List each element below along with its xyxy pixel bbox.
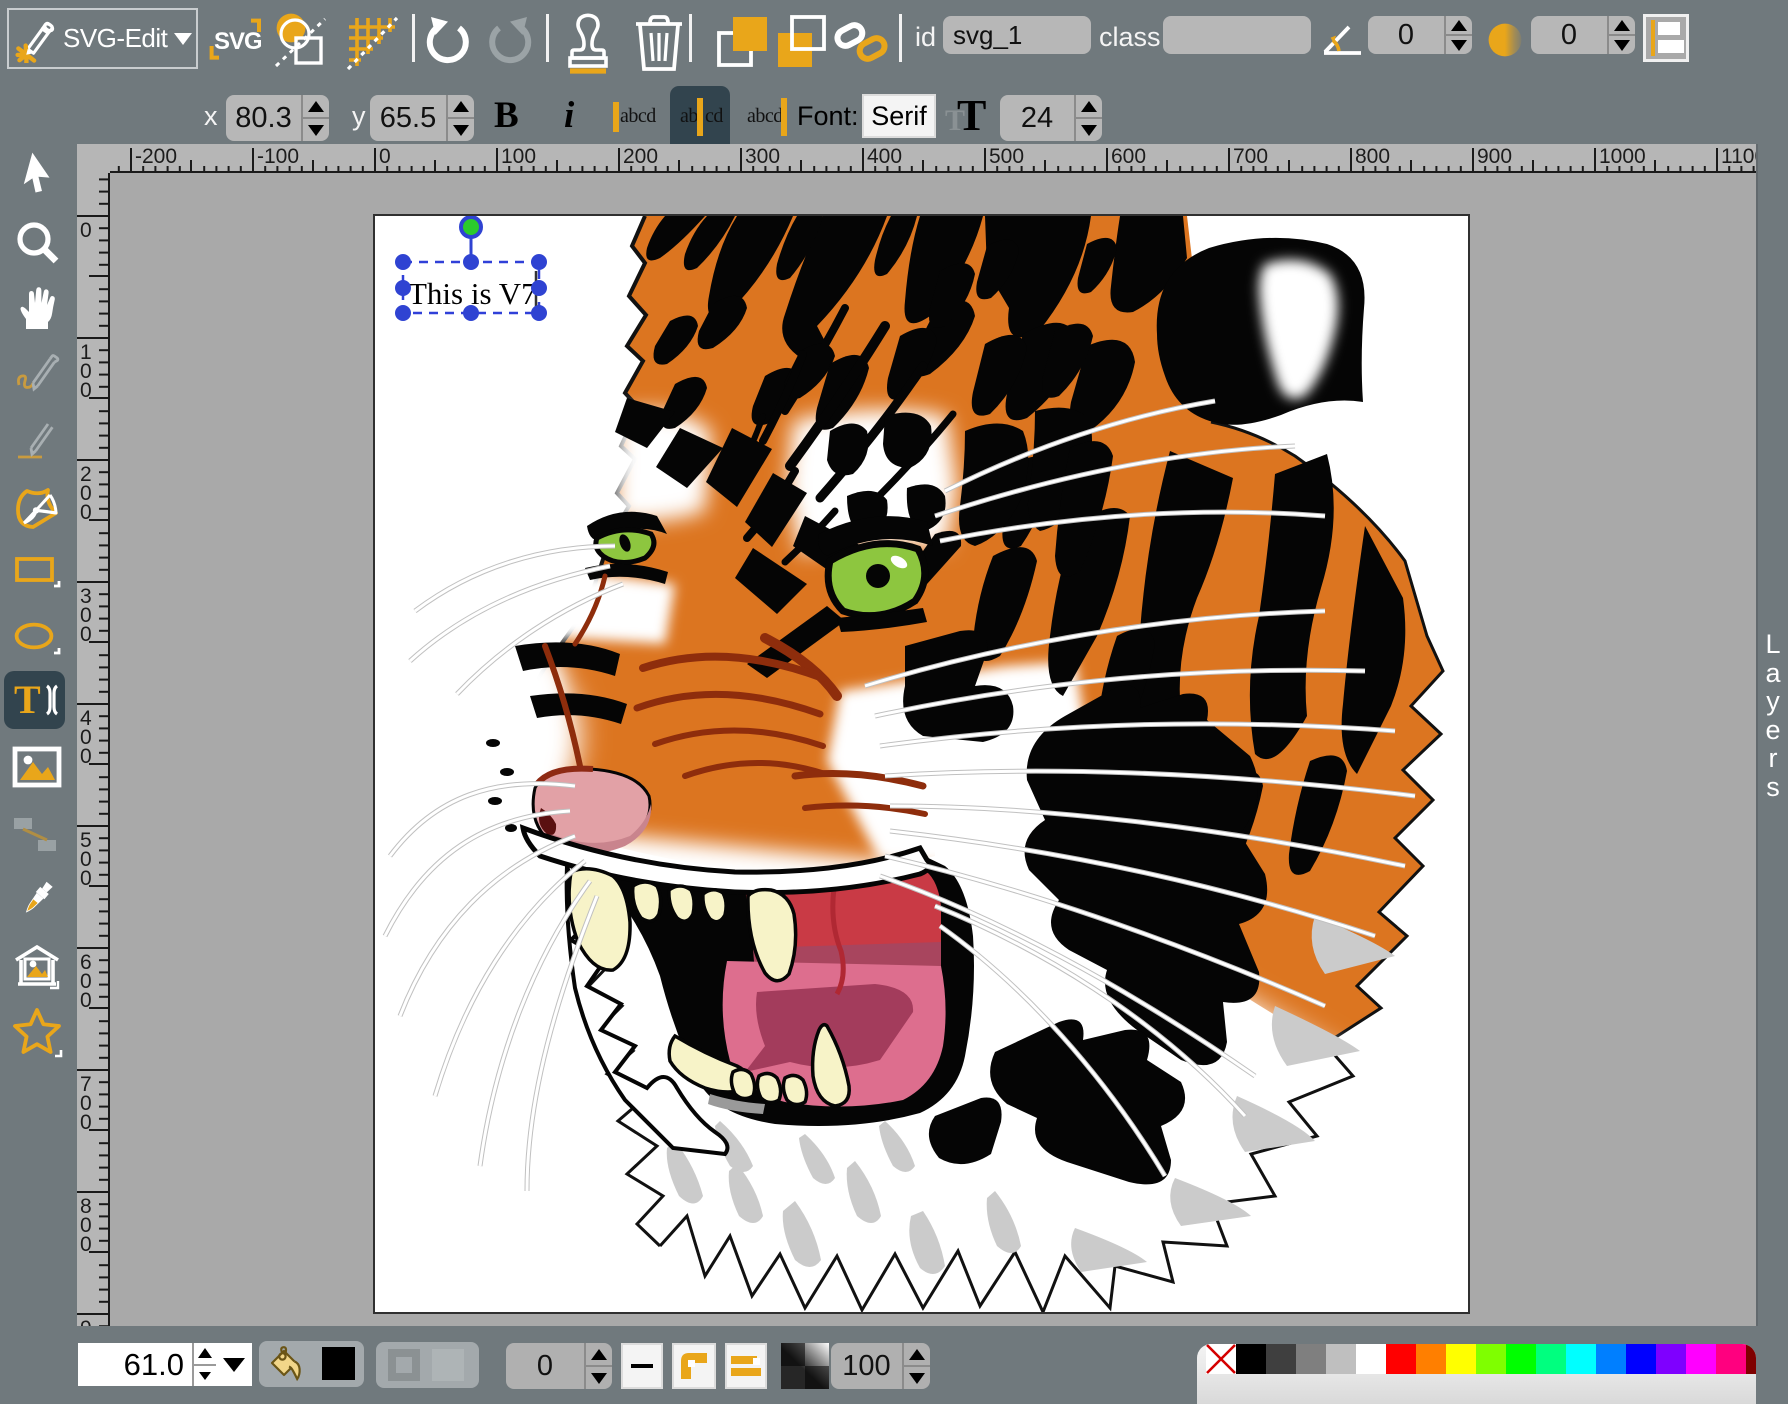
svg-text:SVG: SVG — [214, 28, 261, 55]
svg-text:0: 0 — [80, 501, 92, 524]
svg-text:9: 9 — [80, 1317, 92, 1326]
svg-text:-100: -100 — [257, 145, 299, 168]
svg-text:0: 0 — [80, 623, 92, 646]
svg-text:900: 900 — [1477, 145, 1512, 168]
svg-text:200: 200 — [623, 145, 658, 168]
svg-text:0: 0 — [80, 989, 92, 1012]
svg-text:1000: 1000 — [1599, 145, 1646, 168]
svg-text:0: 0 — [80, 1233, 92, 1256]
svg-text:600: 600 — [1111, 145, 1146, 168]
svg-text:700: 700 — [1233, 145, 1268, 168]
svg-text:0: 0 — [80, 745, 92, 768]
svg-text:800: 800 — [1355, 145, 1390, 168]
svg-text:400: 400 — [867, 145, 902, 168]
svg-text:0: 0 — [80, 219, 92, 242]
svg-text:100: 100 — [501, 145, 536, 168]
svg-text:500: 500 — [989, 145, 1024, 168]
svg-text:1100: 1100 — [1721, 145, 1756, 168]
svg-text:T: T — [14, 677, 41, 722]
svg-text:0: 0 — [379, 145, 391, 168]
svg-text:0: 0 — [80, 1111, 92, 1134]
svg-text:0: 0 — [80, 867, 92, 890]
svg-text:0: 0 — [80, 379, 92, 402]
svg-text:300: 300 — [745, 145, 780, 168]
svg-text:-200: -200 — [135, 145, 177, 168]
